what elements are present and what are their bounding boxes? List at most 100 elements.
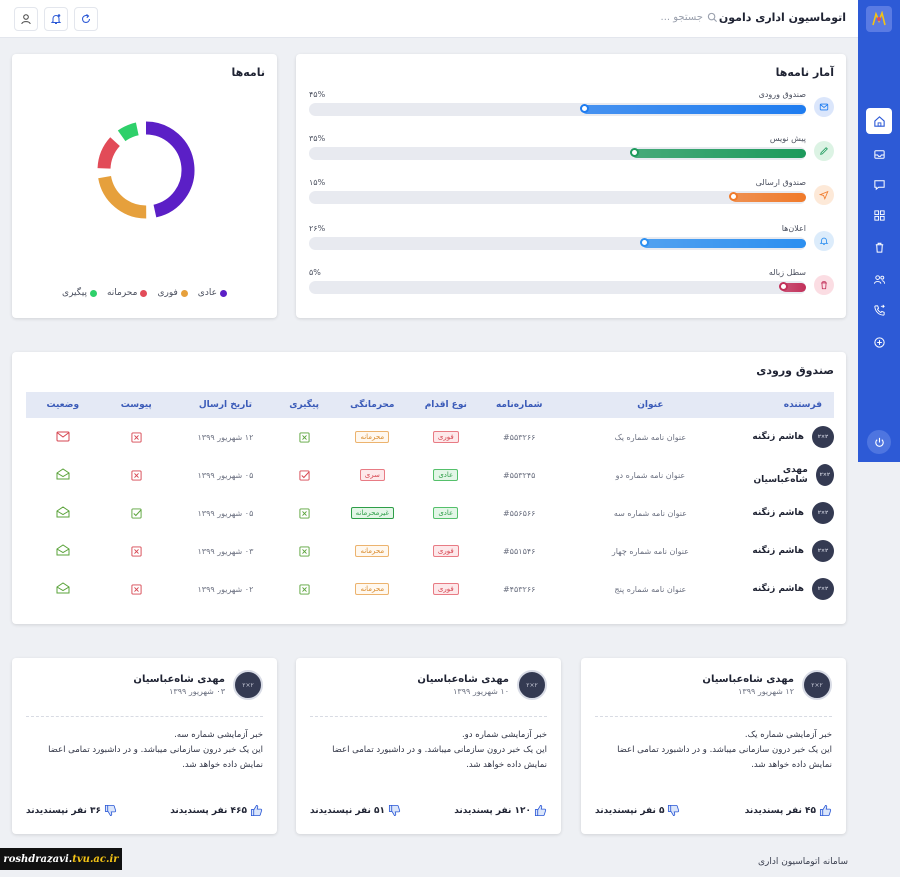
table-row[interactable]: ۲×۲ هاشم زنگنه عنوان نامه شماره پنج #۴۵۳۲۶۶…: [26, 570, 834, 608]
search-box[interactable]: جستجو ...: [661, 12, 718, 23]
sender-name[interactable]: هاشم زنگنه: [752, 546, 804, 556]
legend-item: پیگیری: [62, 288, 97, 298]
cell-attachment[interactable]: [100, 532, 173, 570]
column-header[interactable]: محرمانگی: [330, 392, 414, 418]
column-header[interactable]: عنوان: [561, 392, 739, 418]
stat-label: سطل زباله: [768, 268, 806, 277]
cell-followup[interactable]: [278, 418, 330, 456]
sidebar-item-trash[interactable]: [866, 234, 892, 260]
table-header: فرستنده عنوان شماره‌نامه نوع اقدام محرمانگی پ…: [26, 392, 834, 418]
stat-progress-track: [309, 191, 806, 204]
cell-attachment[interactable]: [100, 456, 173, 494]
cell-status[interactable]: [26, 494, 100, 532]
cell-subject[interactable]: عنوان نامه شماره سه: [561, 494, 739, 532]
stat-label: اعلان‌ها: [781, 224, 806, 233]
dislike-button[interactable]: ۳۶ نفر نپسندیدند: [26, 804, 117, 817]
cell-followup[interactable]: [278, 570, 330, 608]
dislike-button[interactable]: ۵ نفر نپسندیدند: [595, 804, 680, 817]
inbox-icon: [873, 149, 885, 159]
stat-label: پیش نویس: [769, 134, 806, 143]
like-button[interactable]: ۴۵ نفر پسندیدند: [745, 804, 832, 817]
stat-progress-fill: [779, 282, 806, 292]
stat-row[interactable]: صندوق ورودی ۴۵%: [309, 90, 834, 126]
cell-subject[interactable]: عنوان نامه شماره یک: [561, 418, 739, 456]
donut-slice[interactable]: [117, 122, 139, 142]
action-badge: فوری: [432, 545, 459, 557]
envelope-open-icon[interactable]: [56, 582, 70, 594]
sidebar-item-users[interactable]: [866, 266, 892, 292]
column-header[interactable]: شماره‌نامه: [477, 392, 561, 418]
stat-percent: ۱۵%: [309, 178, 326, 187]
power-icon: [874, 437, 884, 447]
cell-followup[interactable]: [278, 456, 330, 494]
column-header[interactable]: فرستنده: [740, 392, 834, 418]
cell-status[interactable]: [26, 418, 100, 456]
stat-icon-wrap: [814, 141, 834, 161]
donut-slice[interactable]: [98, 175, 147, 219]
cell-status[interactable]: [26, 532, 100, 570]
sidebar-item-home[interactable]: [866, 108, 892, 134]
stat-row[interactable]: پیش نویس ۳۵%: [309, 134, 834, 170]
action-badge: فوری: [432, 431, 459, 443]
logout-button[interactable]: [867, 430, 891, 454]
like-button[interactable]: ۴۶۵ نفر پسندیدند: [170, 804, 263, 817]
cell-subject[interactable]: عنوان نامه شماره دو: [561, 456, 739, 494]
column-header[interactable]: پیگیری: [278, 392, 330, 418]
action-badge: فوری: [432, 583, 459, 595]
sidebar-item-add[interactable]: [866, 329, 892, 355]
stat-row[interactable]: سطل زباله ۵%: [309, 268, 834, 304]
sender-name[interactable]: هاشم زنگنه: [752, 508, 804, 518]
column-header[interactable]: پیوست: [100, 392, 173, 418]
cell-attachment[interactable]: [100, 570, 173, 608]
logo[interactable]: [866, 6, 892, 32]
cell-subject[interactable]: عنوان نامه شماره چهار: [561, 532, 739, 570]
column-header[interactable]: وضعیت: [26, 392, 100, 418]
confidentiality-badge: محرمانه: [355, 545, 390, 557]
refresh-button[interactable]: [74, 7, 98, 31]
user-button[interactable]: [14, 7, 38, 31]
cell-followup[interactable]: [278, 532, 330, 570]
envelope-open-icon[interactable]: [56, 468, 70, 480]
table-row[interactable]: ۲×۲ مهدی شاه‌عباسیان عنوان نامه شماره دو #۵…: [26, 456, 834, 494]
sidebar-item-apps[interactable]: [866, 202, 892, 228]
notifications-button[interactable]: [44, 7, 68, 31]
cell-status[interactable]: [26, 570, 100, 608]
cell-followup[interactable]: [278, 494, 330, 532]
news-body: خبر آزمایشی شماره یک. این یک خبر درون ساز…: [595, 728, 832, 773]
pen-icon: [820, 147, 828, 155]
table-row[interactable]: ۲×۲ هاشم زنگنه عنوان نامه شماره یک #۵۵۳۲۶۶ ف…: [26, 418, 834, 456]
stat-row[interactable]: صندوق ارسالی ۱۵%: [309, 178, 834, 214]
sender-name[interactable]: هاشم زنگنه: [752, 432, 804, 442]
news-author: مهدی شاه‌عباسیان: [702, 674, 794, 685]
cell-attachment[interactable]: [100, 418, 173, 456]
table-row[interactable]: ۲×۲ هاشم زنگنه عنوان نامه شماره چهار #۵۵۱۵۴…: [26, 532, 834, 570]
sender-name[interactable]: هاشم زنگنه: [752, 584, 804, 594]
column-header[interactable]: نوع اقدام: [414, 392, 477, 418]
sidebar-item-messages[interactable]: [866, 171, 892, 197]
search-placeholder[interactable]: جستجو ...: [661, 12, 703, 23]
envelope-closed-icon[interactable]: [56, 431, 70, 442]
thumbs-down-icon: [668, 804, 680, 817]
donut-slice[interactable]: [97, 137, 121, 169]
donut-slice[interactable]: [145, 121, 195, 218]
envelope-open-icon[interactable]: [56, 544, 70, 556]
like-button[interactable]: ۱۲۰ نفر پسندیدند: [454, 804, 547, 817]
stat-row[interactable]: اعلان‌ها ۲۶%: [309, 224, 834, 260]
column-header[interactable]: تاریخ ارسال: [173, 392, 278, 418]
table-row[interactable]: ۲×۲ هاشم زنگنه عنوان نامه شماره سه #۵۵۶۵۶۶ ع…: [26, 494, 834, 532]
sidebar-item-calls[interactable]: [866, 297, 892, 323]
news-line: خبر آزمایشی شماره سه.: [174, 730, 263, 740]
cell-subject[interactable]: عنوان نامه شماره پنج: [561, 570, 739, 608]
envelope-open-icon[interactable]: [56, 506, 70, 518]
cell-status[interactable]: [26, 456, 100, 494]
dislike-count: ۵ نفر نپسندیدند: [595, 805, 665, 816]
stat-progress-track: [309, 281, 806, 294]
sidebar-item-inbox[interactable]: [866, 141, 892, 167]
refresh-icon: [81, 14, 91, 23]
cell-confidentiality: محرمانه: [330, 418, 414, 456]
cell-attachment[interactable]: [100, 494, 173, 532]
dislike-button[interactable]: ۵۱ نفر نپسندیدند: [310, 804, 401, 817]
chat-icon: [873, 179, 885, 190]
news-date: ۱۰ شهریور ۱۳۹۹: [453, 687, 509, 696]
sender-name[interactable]: مهدی شاه‌عباسیان: [740, 465, 807, 485]
